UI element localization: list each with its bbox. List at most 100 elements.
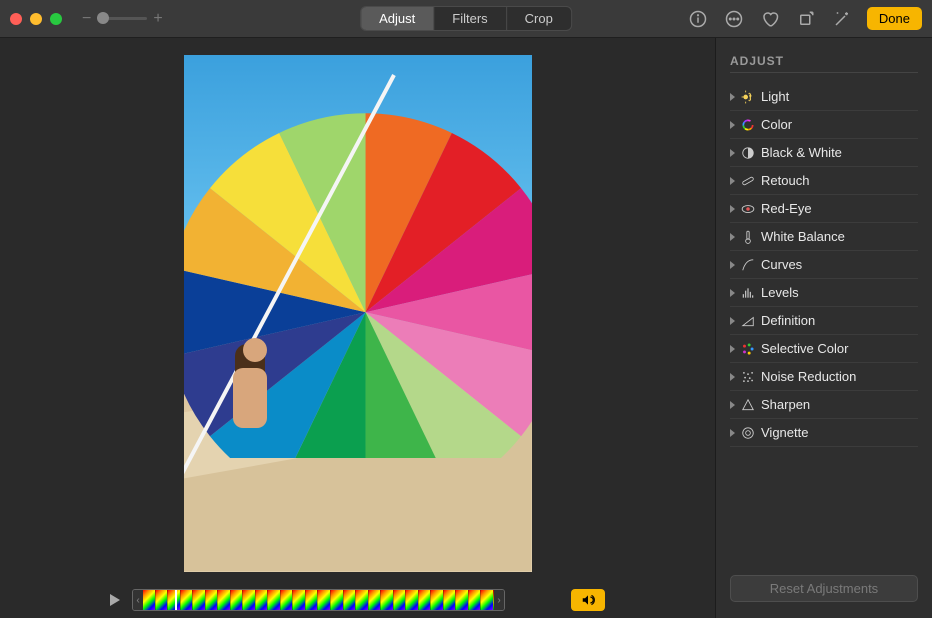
trim-handle-right[interactable]: › [494,590,504,610]
half-circle-icon [741,146,755,160]
video-controls: ‹ › [0,588,715,618]
filmstrip-frame[interactable] [381,590,394,610]
auto-enhance-wand-icon[interactable] [831,8,853,30]
adjust-row-definition[interactable]: Definition [730,307,918,335]
adjust-row-label: White Balance [761,229,845,244]
adjust-row-selcolor[interactable]: Selective Color [730,335,918,363]
adjust-row-retouch[interactable]: Retouch [730,167,918,195]
filmstrip-frame[interactable] [306,590,319,610]
rainbow-ring-icon [741,118,755,132]
adjust-row-bw[interactable]: Black & White [730,139,918,167]
done-button[interactable]: Done [867,7,922,30]
adjustments-list: Light Color Black & White Retouch Red-Eye Whi… [730,83,918,447]
adjust-row-label: Curves [761,257,802,272]
adjust-row-label: Light [761,89,789,104]
adjust-row-curves[interactable]: Curves [730,251,918,279]
filmstrip-frame[interactable] [193,590,206,610]
filmstrip-frame[interactable] [218,590,231,610]
rotate-icon[interactable] [795,8,817,30]
edited-photo [184,55,532,572]
filmstrip-frame[interactable] [293,590,306,610]
filmstrip-frame[interactable] [456,590,469,610]
traffic-lights [10,13,62,25]
filmstrip-frame[interactable] [206,590,219,610]
filmstrip-frame[interactable] [344,590,357,610]
filmstrip-frame[interactable] [243,590,256,610]
zoom-track[interactable] [97,17,147,20]
adjust-row-vignette[interactable]: Vignette [730,419,918,447]
filmstrip-frame[interactable] [331,590,344,610]
adjust-sidebar: ADJUST Light Color Black & White Retouch Red… [715,38,932,618]
chevron-right-icon [730,205,735,213]
filmstrip-frame[interactable] [231,590,244,610]
vignette-circle-icon [741,426,755,440]
tab-crop[interactable]: Crop [507,7,571,30]
adjust-row-light[interactable]: Light [730,83,918,111]
filmstrip-frame[interactable] [431,590,444,610]
filmstrip-frame[interactable] [318,590,331,610]
adjust-row-wb[interactable]: White Balance [730,223,918,251]
filmstrip-frame[interactable] [444,590,457,610]
zoom-slider[interactable]: − + [82,10,163,28]
filmstrip-frame[interactable] [281,590,294,610]
adjust-row-noise[interactable]: Noise Reduction [730,363,918,391]
tab-adjust[interactable]: Adjust [361,7,434,30]
filmstrip-frame[interactable] [181,590,194,610]
filmstrip-frame[interactable] [394,590,407,610]
adjust-row-redeye[interactable]: Red-Eye [730,195,918,223]
filmstrip[interactable]: ‹ › [132,589,505,611]
adjust-row-label: Levels [761,285,799,300]
adjust-row-label: Color [761,117,792,132]
adjust-row-color[interactable]: Color [730,111,918,139]
chevron-right-icon [730,149,735,157]
titlebar: − + Adjust Filters Crop Done [0,0,932,38]
histogram-icon [741,286,755,300]
info-icon[interactable] [687,8,709,30]
filmstrip-frame[interactable] [481,590,494,610]
adjust-row-label: Selective Color [761,341,848,356]
person-graphic [225,338,285,458]
filmstrip-frame[interactable] [256,590,269,610]
play-button[interactable] [110,594,120,606]
sharpen-triangle-icon [741,398,755,412]
filmstrip-frame[interactable] [268,590,281,610]
playhead[interactable] [175,589,177,611]
filmstrip-frame[interactable] [156,590,169,610]
sidebar-title: ADJUST [730,54,918,73]
favorite-heart-icon[interactable] [759,8,781,30]
curves-icon [741,258,755,272]
tab-filters[interactable]: Filters [434,7,506,30]
sun-slider-icon [741,90,755,104]
fullscreen-window-button[interactable] [50,13,62,25]
filmstrip-frame[interactable] [356,590,369,610]
mode-segmented-control: Adjust Filters Crop [360,6,572,31]
zoom-out-icon: − [82,10,91,28]
eye-icon [741,202,755,216]
chevron-right-icon [730,289,735,297]
chevron-right-icon [730,429,735,437]
adjust-row-label: Retouch [761,173,809,188]
filmstrip-frame[interactable] [469,590,482,610]
canvas-area: ‹ › [0,38,715,618]
chevron-right-icon [730,177,735,185]
filmstrip-frame[interactable] [143,590,156,610]
close-window-button[interactable] [10,13,22,25]
zoom-in-icon: + [153,10,162,28]
adjust-row-levels[interactable]: Levels [730,279,918,307]
filmstrip-frame[interactable] [406,590,419,610]
chevron-right-icon [730,121,735,129]
adjust-row-sharpen[interactable]: Sharpen [730,391,918,419]
chevron-right-icon [730,345,735,353]
trim-handle-left[interactable]: ‹ [133,590,143,610]
zoom-thumb[interactable] [97,12,109,24]
minimize-window-button[interactable] [30,13,42,25]
filmstrip-frame[interactable] [369,590,382,610]
more-icon[interactable] [723,8,745,30]
adjust-row-label: Black & White [761,145,842,160]
audio-toggle-button[interactable] [571,589,605,611]
filmstrip-frame[interactable] [419,590,432,610]
adjust-row-label: Definition [761,313,815,328]
chevron-right-icon [730,317,735,325]
reset-adjustments-button[interactable]: Reset Adjustments [730,575,918,602]
palette-dots-icon [741,342,755,356]
